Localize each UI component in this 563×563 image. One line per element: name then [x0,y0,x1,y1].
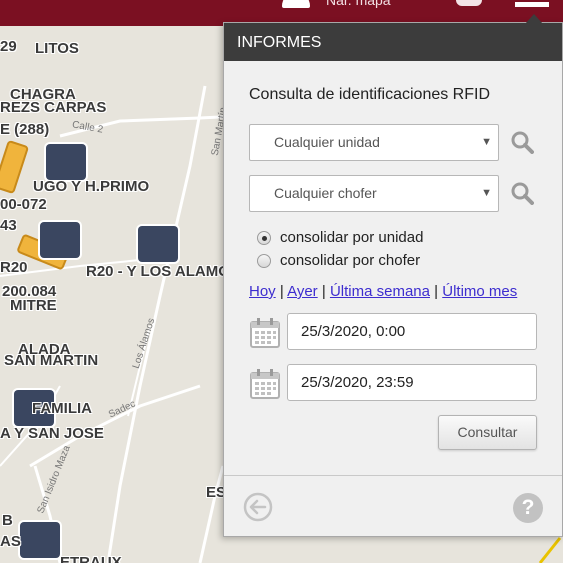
radio-button[interactable] [257,254,271,268]
map-label: E (288) [0,121,50,138]
dropdown-arrow-icon: ▼ [481,136,492,148]
map-label: 43 [0,217,17,234]
panel-pointer [525,14,543,24]
map-label: FAMILIA [32,400,92,417]
link-today[interactable]: Hoy [249,283,276,300]
user-icon[interactable] [282,0,310,8]
unit-select[interactable]: Cualquier unidad ▼ [249,124,499,161]
calendar-icon[interactable] [249,368,281,400]
link-separator: | [321,283,326,300]
link-last-week[interactable]: Última semana [330,283,430,300]
map-label: AS [0,533,21,550]
map-label: 00-072 [0,196,47,213]
informes-panel: INFORMES Consulta de identificaciones RF… [223,14,563,537]
store-marker[interactable] [46,144,86,180]
panel-title: INFORMES [224,23,562,61]
link-separator: | [279,283,284,300]
store-marker[interactable] [138,226,178,262]
search-icon[interactable] [510,130,534,154]
radio-button[interactable] [257,231,271,245]
calendar-icon[interactable] [249,317,281,349]
bell-icon[interactable] [456,0,482,6]
map-label: B [2,512,13,529]
store-marker[interactable] [20,522,60,558]
date-from-input[interactable]: 25/3/2020, 0:00 [287,313,537,350]
map-label: S CARPAS [30,99,107,116]
store-marker[interactable] [40,222,80,258]
map-label: SAN MARTIN [4,352,99,369]
map-label: MITRE [10,297,57,314]
panel-divider [224,475,562,476]
unit-select-value: Cualquier unidad [274,134,380,150]
map-label: R20 - Y LOS ALAMO [86,263,230,280]
search-icon[interactable] [510,181,534,205]
back-arrow-icon[interactable] [242,491,274,523]
map-label: REZ [0,99,30,116]
link-last-month[interactable]: Último mes [442,283,517,300]
map-label: 29 [0,38,17,55]
map-label: ETRAUX [60,554,122,563]
date-to-input[interactable]: 25/3/2020, 23:59 [287,364,537,401]
driver-select-value: Cualquier chofer [274,185,377,201]
map-label: LITOS [35,40,79,57]
panel-heading: Consulta de identificaciones RFID [249,86,491,103]
help-icon[interactable]: ? [513,493,543,523]
map-label: UGO Y H.PRIMO [33,178,150,195]
map-label[interactable]: Ñar. mapa [326,0,391,8]
consultar-button[interactable]: Consultar [438,415,537,450]
link-yesterday[interactable]: Ayer [287,283,318,300]
map-label: A Y SAN JOSE [0,425,104,442]
quick-date-links: Hoy | Ayer | Última semana | Último mes [249,283,517,300]
radio-label: consolidar por chofer [280,252,421,269]
link-separator: | [434,283,439,300]
dropdown-arrow-icon: ▼ [481,187,492,199]
map-label: R20 [0,259,28,276]
driver-select[interactable]: Cualquier chofer ▼ [249,175,499,212]
radio-label: consolidar por unidad [280,229,424,246]
